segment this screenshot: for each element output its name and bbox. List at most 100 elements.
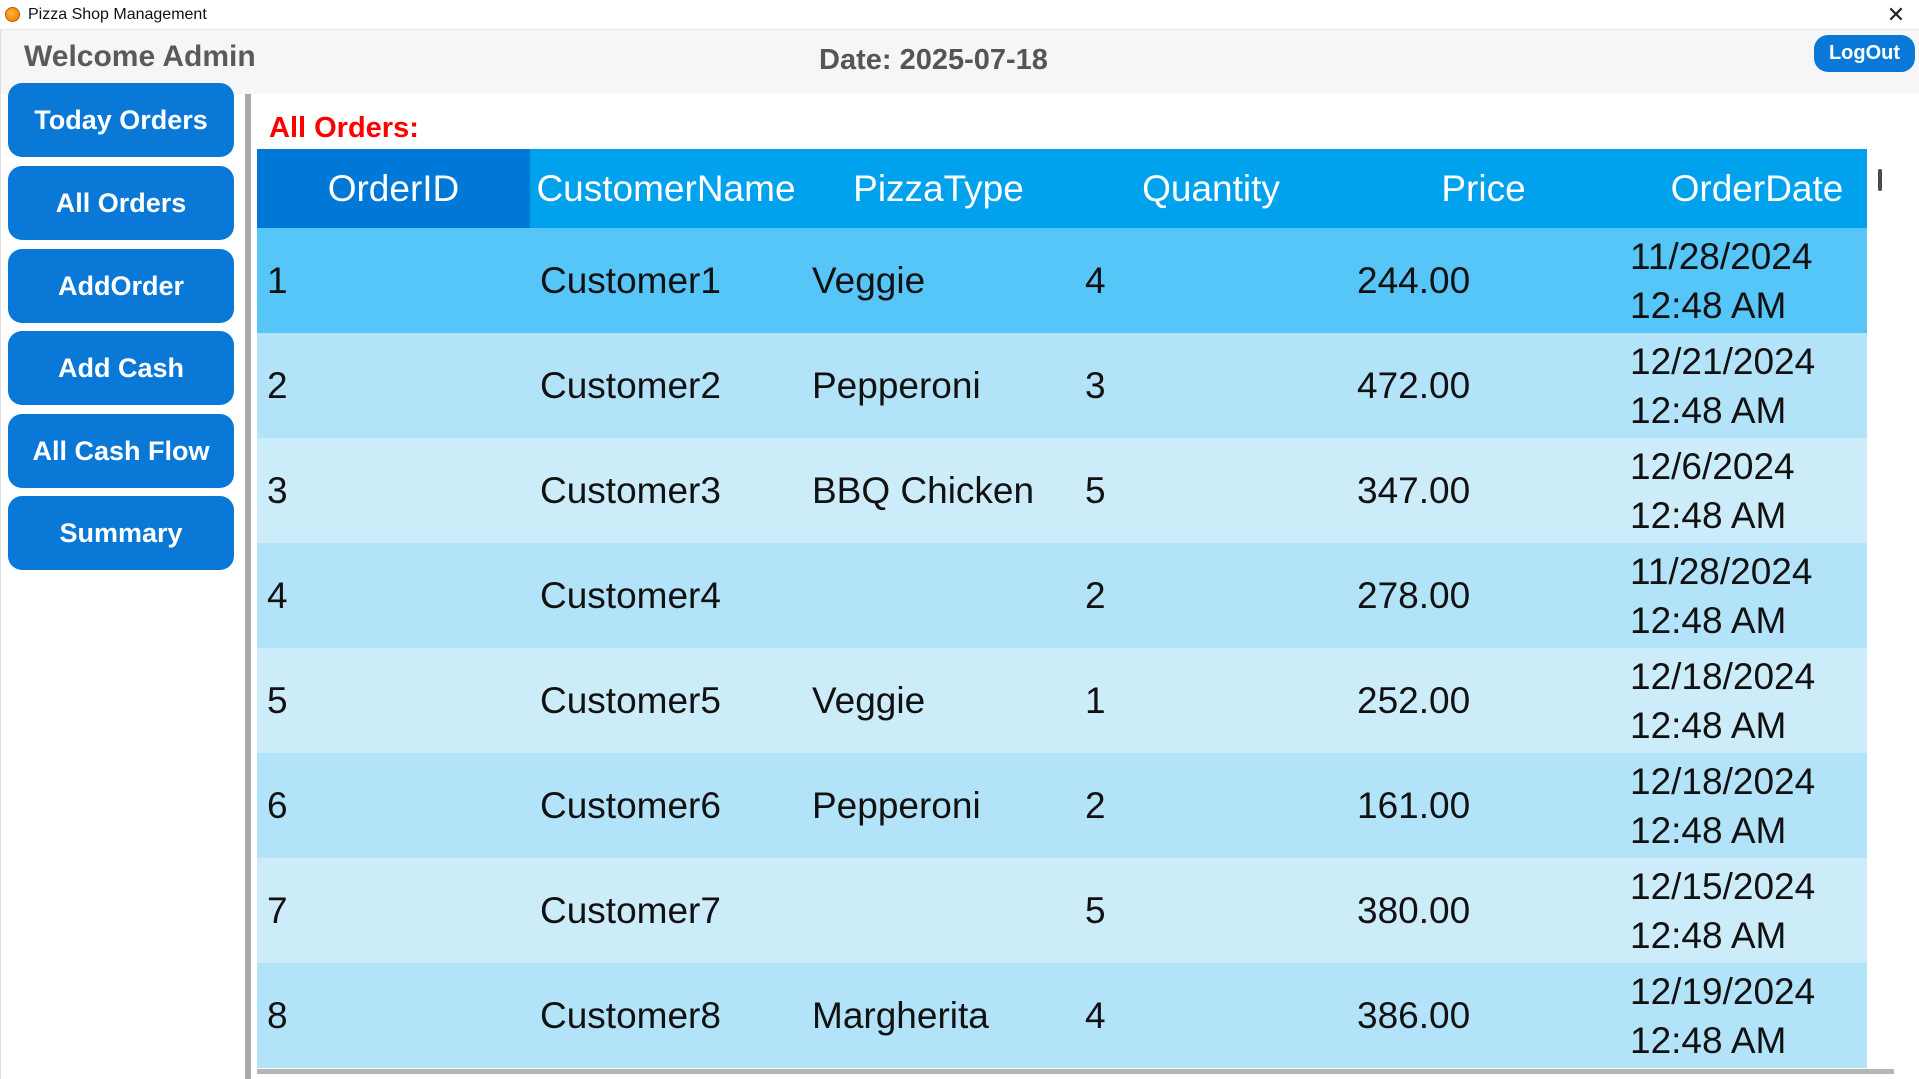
cell-price: 472.00 bbox=[1357, 364, 1471, 406]
current-date: Date: 2025-07-18 bbox=[819, 44, 1048, 76]
column-header-pizzatype[interactable]: PizzaType bbox=[802, 149, 1075, 228]
table-row[interactable]: 6 Customer6 Pepperoni 2 161.00 12/18/202… bbox=[257, 753, 1894, 858]
cell-quantity: 4 bbox=[1085, 259, 1106, 301]
cell-orderid: 3 bbox=[267, 469, 288, 511]
order-date: 12/21/2024 bbox=[1630, 340, 1816, 382]
orders-table[interactable]: OrderID CustomerName PizzaType Quantity … bbox=[257, 149, 1894, 1074]
table-row[interactable]: 4 Customer4 2 278.00 11/28/2024 12:48 AM bbox=[257, 543, 1894, 648]
cell-price: 386.00 bbox=[1357, 994, 1471, 1036]
cell-quantity: 5 bbox=[1085, 889, 1106, 931]
column-header-quantity[interactable]: Quantity bbox=[1075, 149, 1347, 228]
cell-orderdate: 12/15/2024 12:48 AM bbox=[1620, 858, 1894, 963]
add-cash-button[interactable]: Add Cash bbox=[8, 331, 234, 405]
all-orders-button[interactable]: All Orders bbox=[8, 166, 234, 240]
cell-orderdate: 12/18/2024 12:48 AM bbox=[1620, 753, 1894, 858]
order-date: 12/6/2024 bbox=[1630, 445, 1795, 487]
order-time: 12:48 AM bbox=[1630, 914, 1787, 956]
cell-customername: Customer7 bbox=[540, 889, 721, 931]
cell-quantity: 2 bbox=[1085, 784, 1106, 826]
cell-orderid: 5 bbox=[267, 679, 288, 721]
cell-customername: Customer6 bbox=[540, 784, 721, 826]
cell-orderid: 6 bbox=[267, 784, 288, 826]
table-row[interactable]: 1 Customer1 Veggie 4 244.00 11/28/2024 1… bbox=[257, 228, 1894, 333]
order-time: 12:48 AM bbox=[1630, 284, 1787, 326]
cell-orderid: 2 bbox=[267, 364, 288, 406]
cell-orderdate: 12/21/2024 12:48 AM bbox=[1620, 333, 1894, 438]
order-date: 12/18/2024 bbox=[1630, 655, 1816, 697]
cell-quantity: 2 bbox=[1085, 574, 1106, 616]
table-row[interactable]: 7 Customer7 5 380.00 12/15/2024 12:48 AM bbox=[257, 858, 1894, 963]
order-time: 12:48 AM bbox=[1630, 599, 1787, 641]
cell-pizzatype: Veggie bbox=[812, 679, 926, 721]
cell-pizzatype: Pepperoni bbox=[812, 784, 981, 826]
order-date: 11/28/2024 bbox=[1630, 235, 1813, 277]
close-button[interactable]: ✕ bbox=[1873, 0, 1919, 29]
cell-price: 252.00 bbox=[1357, 679, 1471, 721]
table-row[interactable]: 5 Customer5 Veggie 1 252.00 12/18/2024 1… bbox=[257, 648, 1894, 753]
table-row[interactable]: 3 Customer3 BBQ Chicken 5 347.00 12/6/20… bbox=[257, 438, 1894, 543]
cell-price: 161.00 bbox=[1357, 784, 1471, 826]
cell-orderdate: 12/19/2024 12:48 AM bbox=[1620, 963, 1894, 1068]
column-header-orderdate[interactable]: OrderDate bbox=[1620, 149, 1894, 228]
all-cash-flow-button[interactable]: All Cash Flow bbox=[8, 414, 234, 488]
window-title: Pizza Shop Management bbox=[28, 5, 207, 23]
table-row[interactable]: 8 Customer8 Margherita 4 386.00 12/19/20… bbox=[257, 963, 1894, 1068]
cell-price: 244.00 bbox=[1357, 259, 1471, 301]
cell-orderid: 1 bbox=[267, 259, 288, 301]
table-row[interactable]: 2 Customer2 Pepperoni 3 472.00 12/21/202… bbox=[257, 333, 1894, 438]
cell-pizzatype: Pepperoni bbox=[812, 364, 981, 406]
section-title: All Orders: bbox=[269, 112, 419, 144]
sidebar: Today Orders All Orders AddOrder Add Cas… bbox=[0, 83, 251, 1079]
order-time: 12:48 AM bbox=[1630, 1019, 1787, 1061]
cell-orderdate: 11/28/2024 12:48 AM bbox=[1620, 228, 1894, 333]
order-date: 11/28/2024 bbox=[1630, 550, 1813, 592]
cell-pizzatype bbox=[802, 543, 1075, 648]
cell-quantity: 1 bbox=[1085, 679, 1106, 721]
today-orders-button[interactable]: Today Orders bbox=[8, 83, 234, 157]
app-window: Pizza Shop Management ✕ Welcome Admin Da… bbox=[0, 0, 1919, 1079]
scrollbar-thumb[interactable] bbox=[1878, 169, 1882, 191]
order-time: 12:48 AM bbox=[1630, 494, 1787, 536]
order-time: 12:48 AM bbox=[1630, 809, 1787, 851]
logout-button[interactable]: LogOut bbox=[1814, 35, 1915, 72]
cell-orderdate: 12/6/2024 12:48 AM bbox=[1620, 438, 1894, 543]
main-content: All Orders: OrderID CustomerName PizzaTy… bbox=[251, 94, 1919, 1079]
column-header-orderid[interactable]: OrderID bbox=[257, 149, 530, 228]
add-order-button[interactable]: AddOrder bbox=[8, 249, 234, 323]
cell-customername: Customer4 bbox=[540, 574, 721, 616]
cell-pizzatype: BBQ Chicken bbox=[812, 469, 1035, 511]
cell-pizzatype: Margherita bbox=[812, 994, 989, 1036]
order-time: 12:48 AM bbox=[1630, 704, 1787, 746]
title-bar: Pizza Shop Management ✕ bbox=[0, 0, 1919, 30]
cell-orderid: 7 bbox=[267, 889, 288, 931]
vertical-scrollbar[interactable] bbox=[1867, 149, 1894, 1069]
cell-quantity: 5 bbox=[1085, 469, 1106, 511]
header-bar: Welcome Admin Date: 2025-07-18 LogOut bbox=[0, 30, 1919, 94]
order-date: 12/18/2024 bbox=[1630, 760, 1816, 802]
order-date: 12/15/2024 bbox=[1630, 865, 1816, 907]
cell-pizzatype bbox=[802, 858, 1075, 963]
cell-price: 347.00 bbox=[1357, 469, 1471, 511]
table-header: OrderID CustomerName PizzaType Quantity … bbox=[257, 149, 1894, 228]
cell-orderid: 8 bbox=[267, 994, 288, 1036]
cell-customername: Customer8 bbox=[540, 994, 721, 1036]
cell-price: 278.00 bbox=[1357, 574, 1471, 616]
column-header-price[interactable]: Price bbox=[1347, 149, 1620, 228]
cell-customername: Customer1 bbox=[540, 259, 721, 301]
order-time: 12:48 AM bbox=[1630, 389, 1787, 431]
order-date: 12/19/2024 bbox=[1630, 970, 1816, 1012]
cell-orderid: 4 bbox=[267, 574, 288, 616]
cell-customername: Customer3 bbox=[540, 469, 721, 511]
pizza-app-icon bbox=[5, 7, 20, 22]
welcome-text: Welcome Admin bbox=[24, 40, 256, 73]
cell-pizzatype: Veggie bbox=[812, 259, 926, 301]
summary-button[interactable]: Summary bbox=[8, 496, 234, 570]
cell-customername: Customer2 bbox=[540, 364, 721, 406]
column-header-customername[interactable]: CustomerName bbox=[530, 149, 802, 228]
cell-quantity: 4 bbox=[1085, 994, 1106, 1036]
cell-orderdate: 11/28/2024 12:48 AM bbox=[1620, 543, 1894, 648]
cell-quantity: 3 bbox=[1085, 364, 1106, 406]
cell-orderdate: 12/18/2024 12:48 AM bbox=[1620, 648, 1894, 753]
cell-customername: Customer5 bbox=[540, 679, 721, 721]
cell-price: 380.00 bbox=[1357, 889, 1471, 931]
